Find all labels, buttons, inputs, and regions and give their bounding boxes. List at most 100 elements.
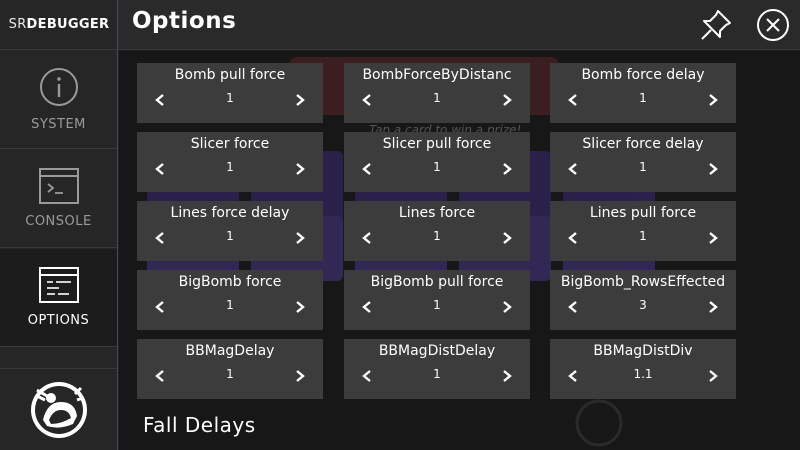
- chevron-right-icon: [503, 301, 512, 313]
- decrement-button[interactable]: [356, 89, 378, 111]
- decrement-button[interactable]: [356, 296, 378, 318]
- increment-button[interactable]: [702, 89, 724, 111]
- chevron-right-icon: [296, 370, 305, 382]
- option-value: 1: [639, 91, 647, 105]
- decrement-button[interactable]: [356, 227, 378, 249]
- chevron-left-icon: [362, 94, 371, 106]
- chevron-right-icon: [709, 163, 718, 175]
- decrement-button[interactable]: [562, 227, 584, 249]
- option-value: 1.1: [633, 367, 653, 381]
- increment-button[interactable]: [496, 89, 518, 111]
- option-label: Slicer pull force: [382, 136, 492, 152]
- increment-button[interactable]: [702, 365, 724, 387]
- increment-button[interactable]: [702, 296, 724, 318]
- chevron-left-icon: [155, 94, 164, 106]
- option-value: 1: [639, 229, 647, 243]
- decrement-button[interactable]: [149, 296, 171, 318]
- chevron-right-icon: [296, 94, 305, 106]
- chevron-left-icon: [568, 370, 577, 382]
- mascot-logo: [0, 368, 117, 450]
- decrement-button[interactable]: [149, 89, 171, 111]
- increment-button[interactable]: [289, 296, 311, 318]
- chevron-right-icon: [503, 370, 512, 382]
- option-label: BBMagDistDelay: [378, 343, 496, 359]
- options-window-icon: [38, 267, 79, 303]
- chevron-right-icon: [296, 301, 305, 313]
- option-bbmag-dist-div: BBMagDistDiv 1.1: [550, 339, 736, 399]
- chevron-right-icon: [709, 370, 718, 382]
- option-label: Lines force: [398, 205, 476, 221]
- option-label: BBMagDelay: [185, 343, 275, 359]
- chevron-left-icon: [155, 301, 164, 313]
- increment-button[interactable]: [496, 365, 518, 387]
- close-icon: [757, 9, 789, 41]
- option-label: BigBomb_RowsEffected: [560, 274, 726, 290]
- option-value: 1: [433, 160, 441, 174]
- sidebar-item-label: OPTIONS: [27, 313, 90, 328]
- chevron-left-icon: [155, 232, 164, 244]
- chevron-right-icon: [709, 301, 718, 313]
- option-value: 1: [226, 229, 234, 243]
- decrement-button[interactable]: [149, 158, 171, 180]
- decrement-button[interactable]: [562, 296, 584, 318]
- chevron-left-icon: [568, 232, 577, 244]
- option-bomb-pull-force: Bomb pull force 1: [137, 63, 323, 123]
- increment-button[interactable]: [702, 158, 724, 180]
- option-lines-force: Lines force 1: [344, 201, 530, 261]
- chevron-left-icon: [155, 163, 164, 175]
- increment-button[interactable]: [289, 89, 311, 111]
- decrement-button[interactable]: [149, 227, 171, 249]
- sidebar-item-options[interactable]: OPTIONS: [0, 249, 117, 347]
- page-title: Options: [132, 8, 237, 34]
- option-value: 1: [433, 91, 441, 105]
- info-icon: [39, 67, 79, 107]
- chevron-left-icon: [362, 301, 371, 313]
- increment-button[interactable]: [496, 227, 518, 249]
- option-lines-force-delay: Lines force delay 1: [137, 201, 323, 261]
- sidebar-item-label: CONSOLE: [25, 214, 92, 229]
- chevron-right-icon: [503, 232, 512, 244]
- decrement-button[interactable]: [562, 365, 584, 387]
- option-lines-pull-force: Lines pull force 1: [550, 201, 736, 261]
- chevron-left-icon: [568, 301, 577, 313]
- option-label: BombForceByDistanc: [362, 67, 512, 83]
- chevron-right-icon: [709, 94, 718, 106]
- increment-button[interactable]: [496, 158, 518, 180]
- option-label: Lines pull force: [589, 205, 697, 221]
- option-label: Slicer force delay: [582, 136, 704, 152]
- increment-button[interactable]: [289, 365, 311, 387]
- chevron-left-icon: [362, 232, 371, 244]
- increment-button[interactable]: [289, 227, 311, 249]
- decrement-button[interactable]: [356, 365, 378, 387]
- increment-button[interactable]: [702, 227, 724, 249]
- option-bomb-force-delay: Bomb force delay 1: [550, 63, 736, 123]
- decrement-button[interactable]: [356, 158, 378, 180]
- terminal-icon: [38, 168, 79, 204]
- option-label: BBMagDistDiv: [593, 343, 693, 359]
- increment-button[interactable]: [496, 296, 518, 318]
- chevron-left-icon: [155, 370, 164, 382]
- sidebar-item-console[interactable]: CONSOLE: [0, 150, 117, 248]
- sidebar-item-system[interactable]: SYSTEM: [0, 51, 117, 149]
- option-label: BigBomb pull force: [370, 274, 504, 290]
- decrement-button[interactable]: [562, 158, 584, 180]
- option-value: 1: [433, 367, 441, 381]
- pin-button[interactable]: [698, 7, 734, 43]
- chevron-right-icon: [296, 163, 305, 175]
- decrement-button[interactable]: [149, 365, 171, 387]
- chevron-left-icon: [362, 163, 371, 175]
- option-bbmag-dist-delay: BBMagDistDelay 1: [344, 339, 530, 399]
- option-value: 1: [226, 91, 234, 105]
- section-title: Fall Delays: [143, 413, 256, 437]
- bug-mascot-icon: [30, 381, 87, 438]
- option-value: 1: [639, 160, 647, 174]
- option-slicer-force: Slicer force 1: [137, 132, 323, 192]
- option-bigbomb-force: BigBomb force 1: [137, 270, 323, 330]
- option-slicer-pull-force: Slicer pull force 1: [344, 132, 530, 192]
- brand-name: DEBUGGER: [26, 17, 110, 32]
- brand-prefix: SR: [8, 17, 27, 32]
- option-value: 1: [226, 367, 234, 381]
- close-button[interactable]: [756, 8, 790, 42]
- increment-button[interactable]: [289, 158, 311, 180]
- decrement-button[interactable]: [562, 89, 584, 111]
